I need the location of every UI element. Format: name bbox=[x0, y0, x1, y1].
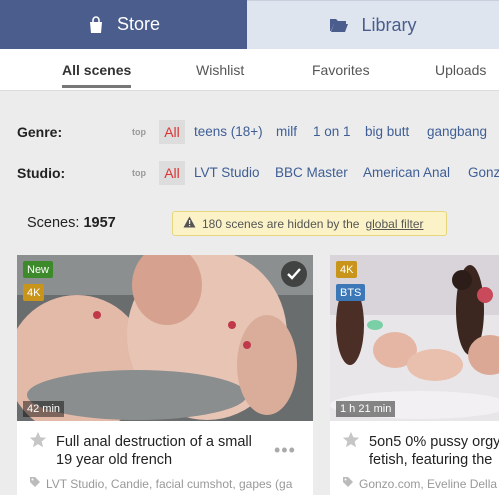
global-filter-link[interactable]: global filter bbox=[365, 217, 423, 231]
top-tab-bar: Store Library bbox=[0, 0, 499, 49]
scene-tags-text[interactable]: Gonzo.com, Eveline Della bbox=[359, 477, 497, 491]
subnav-wishlist[interactable]: Wishlist bbox=[196, 62, 244, 78]
new-badge: New bbox=[23, 261, 54, 278]
scene-card[interactable]: 4K BTS 1 h 21 min 5on5 0% pussy orgy fet… bbox=[330, 255, 499, 495]
studio-filter-row: Studio: top All LVT Studio BBC Master Am… bbox=[0, 159, 499, 187]
subnav-favorites[interactable]: Favorites bbox=[312, 62, 370, 78]
scenes-count-value: 1957 bbox=[83, 215, 116, 231]
studio-top-toggle[interactable]: top bbox=[132, 168, 146, 178]
genre-top-toggle[interactable]: top bbox=[132, 127, 146, 137]
genre-filter-row: Genre: top All teens (18+) milf 1 on 1 b… bbox=[0, 118, 499, 146]
scene-tags: LVT Studio, Candie, facial cumshot, gape… bbox=[29, 476, 292, 491]
studio-label: Studio: bbox=[17, 165, 66, 181]
bts-badge: BTS bbox=[336, 284, 366, 301]
studio-tag[interactable]: LVT Studio bbox=[194, 165, 260, 180]
subnav-all-scenes[interactable]: All scenes bbox=[62, 62, 131, 78]
star-icon[interactable] bbox=[342, 431, 360, 454]
genre-label: Genre: bbox=[17, 124, 63, 140]
tag-icon bbox=[342, 476, 354, 491]
genre-tag[interactable]: milf bbox=[276, 124, 297, 139]
scene-duration: 42 min bbox=[23, 401, 65, 417]
studio-tag[interactable]: American Anal bbox=[363, 165, 450, 180]
studio-tag[interactable]: Gonzo bbox=[468, 165, 499, 180]
scene-thumbnail[interactable]: 4K BTS 1 h 21 min bbox=[330, 255, 499, 421]
shopping-bag-icon bbox=[87, 15, 105, 34]
scene-card[interactable]: New 4K 42 min Full anal destruction of a… bbox=[17, 255, 313, 495]
genre-tag[interactable]: gangbang bbox=[427, 124, 487, 139]
genre-tag[interactable]: teens (18+) bbox=[194, 124, 263, 139]
scene-tags: Gonzo.com, Eveline Della bbox=[342, 476, 497, 491]
scene-title[interactable]: Full anal destruction of a small 19 year… bbox=[56, 433, 256, 469]
tab-store[interactable]: Store bbox=[0, 0, 247, 49]
warning-icon bbox=[183, 216, 196, 231]
scenes-count: Scenes: 1957 bbox=[27, 215, 116, 231]
sub-navigation: All scenes Wishlist Favorites Uploads bbox=[0, 49, 499, 91]
more-options-icon[interactable]: ••• bbox=[274, 440, 296, 461]
studio-tag[interactable]: BBC Master bbox=[275, 165, 348, 180]
scene-tags-text[interactable]: LVT Studio, Candie, facial cumshot, gape… bbox=[46, 477, 292, 491]
hidden-scenes-notice: 180 scenes are hidden by the global filt… bbox=[172, 211, 447, 236]
star-icon[interactable] bbox=[29, 431, 47, 454]
subnav-uploads[interactable]: Uploads bbox=[435, 62, 486, 78]
folder-open-icon bbox=[329, 17, 349, 33]
thumbnail-image bbox=[17, 255, 313, 421]
genre-tag[interactable]: 1 on 1 bbox=[313, 124, 351, 139]
tab-store-label: Store bbox=[116, 14, 161, 34]
tag-icon bbox=[29, 476, 41, 491]
checkmark-icon[interactable] bbox=[281, 261, 307, 287]
scene-title[interactable]: 5on5 0% pussy orgy fetish, featuring the bbox=[369, 433, 499, 469]
4k-badge: 4K bbox=[336, 261, 358, 278]
scenes-count-label: Scenes: bbox=[27, 215, 80, 231]
notice-text: 180 scenes are hidden by the bbox=[202, 216, 360, 231]
scene-duration: 1 h 21 min bbox=[336, 401, 396, 417]
studio-all-button[interactable]: All bbox=[159, 161, 185, 185]
genre-tag[interactable]: big butt bbox=[365, 124, 409, 139]
tab-library-label: Library bbox=[361, 14, 417, 35]
scene-thumbnail[interactable]: New 4K 42 min bbox=[17, 255, 313, 421]
tab-library[interactable]: Library bbox=[247, 0, 499, 49]
active-tab-underline bbox=[62, 85, 131, 88]
scenes-summary-bar: Scenes: 1957 180 scenes are hidden by th… bbox=[0, 206, 499, 242]
genre-all-button[interactable]: All bbox=[159, 120, 185, 144]
thumbnail-image bbox=[330, 255, 499, 421]
4k-badge: 4K bbox=[23, 284, 45, 301]
